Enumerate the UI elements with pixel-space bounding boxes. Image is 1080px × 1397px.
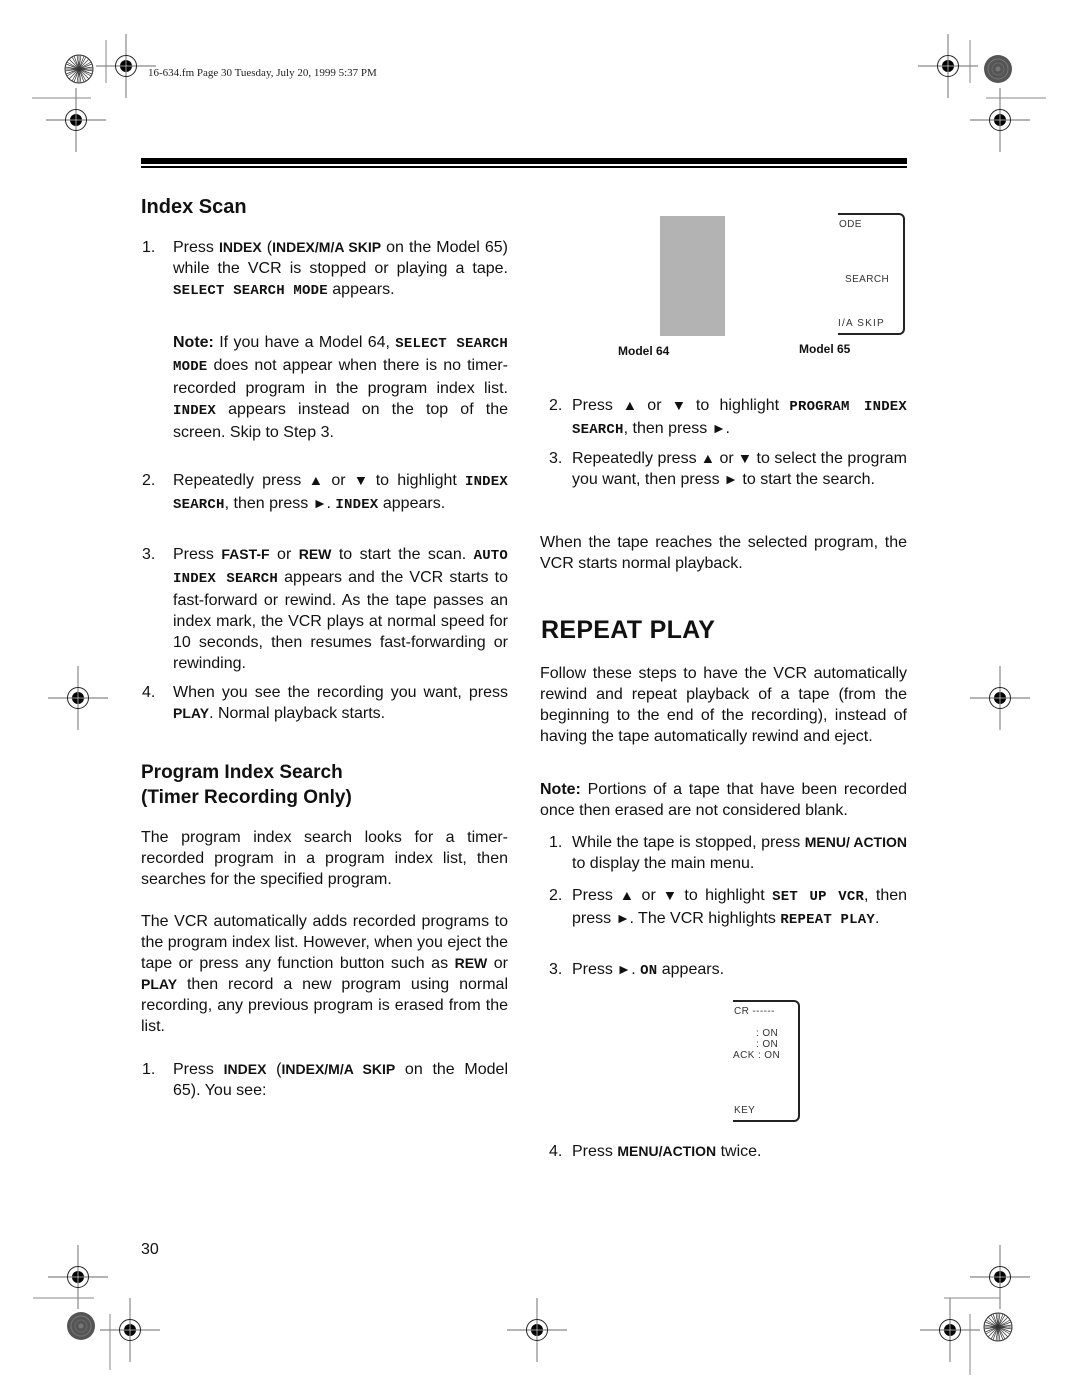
repeat-play-step-3: 3. Press ►. ON appears. <box>549 961 725 979</box>
osd-line: ACK : ON <box>733 1050 781 1061</box>
page-number: 30 <box>141 1241 159 1258</box>
registration-mark-icon <box>506 1297 568 1363</box>
registration-mark-icon <box>47 1244 109 1310</box>
osd-index: INDEX <box>335 497 379 513</box>
repeat-play-heading: REPEAT PLAY <box>541 616 716 644</box>
starburst-mark-icon <box>64 54 94 84</box>
right-arrow-icon: ► <box>312 495 327 511</box>
program-index-heading: Program Index Search (Timer Recording On… <box>141 762 352 808</box>
up-arrow-icon: ▲ <box>619 887 635 903</box>
index-scan-step-3: 3. Press FAST-F or REW to start the scan… <box>142 546 509 672</box>
osd-line: KEY <box>734 1105 756 1116</box>
registration-mark-icon <box>919 1297 981 1363</box>
repeat-play-screen-figure <box>733 1000 800 1122</box>
header-rule-thin <box>141 166 907 168</box>
program-index-para-2: The VCR automatically adds recorded prog… <box>141 913 509 1035</box>
osd-repeat-play: REPEAT PLAY <box>780 912 875 928</box>
index-scan-heading: Index Scan <box>141 196 247 218</box>
index-scan-note: Note: If you have a Model 64, SELECT SEA… <box>173 334 508 441</box>
playback-para: When the tape reaches the selected progr… <box>540 534 907 572</box>
starburst-mark-icon <box>983 1312 1013 1342</box>
program-index-step-1: 1. Press INDEX (INDEX/M/A SKIP on the Mo… <box>142 1061 509 1099</box>
right-arrow-icon: ► <box>723 471 739 487</box>
registration-mark-icon <box>99 1297 161 1363</box>
right-arrow-icon: ► <box>711 420 726 436</box>
key-play: PLAY <box>141 976 178 992</box>
registration-mark-icon <box>917 33 979 99</box>
repeat-play-step-4: 4. Press MENU/ACTION twice. <box>549 1143 762 1160</box>
registration-mark-icon <box>95 33 157 99</box>
repeat-play-step-1: 1. While the tape is stopped, press MENU… <box>549 834 907 872</box>
osd-line: CR ------ <box>734 1006 775 1017</box>
osd-on: ON <box>640 963 658 979</box>
osd-select-search-mode: SELECT SEARCH MODE <box>173 283 328 299</box>
key-index: INDEX <box>218 239 262 255</box>
osd-set-up-vcr: SET UP VCR <box>772 889 865 905</box>
osd-line: : ON <box>756 1028 779 1039</box>
right-arrow-icon: ► <box>615 910 630 926</box>
repeat-play-note: Note: Portions of a tape that have been … <box>540 781 907 819</box>
registration-mark-icon <box>47 665 109 731</box>
down-arrow-icon: ▼ <box>737 450 753 466</box>
disc-mark-icon <box>983 54 1013 84</box>
down-arrow-icon: ▼ <box>662 887 678 903</box>
model-65-label: Model 65 <box>799 342 851 356</box>
key-index-ma-skip: INDEX/M/A SKIP <box>272 239 382 255</box>
note-label: Note: <box>173 334 214 351</box>
registration-mark-icon <box>969 665 1031 731</box>
model-64-screen-figure <box>660 216 725 336</box>
index-scan-step-2: 2. Repeatedly press ▲ or ▼ to highlight … <box>142 472 508 513</box>
index-scan-step-1: 1. Press INDEX (INDEX/M/A SKIP on the Mo… <box>142 239 508 299</box>
key-fast-f: FAST-F <box>221 546 270 562</box>
down-arrow-icon: ▼ <box>353 472 368 488</box>
osd-line: : ON <box>756 1039 779 1050</box>
file-info-header: 16-634.fm Page 30 Tuesday, July 20, 1999… <box>148 67 377 79</box>
index-scan-step-4: 4. When you see the recording you want, … <box>142 684 508 722</box>
key-menu-action: MENU/ ACTION <box>804 834 907 850</box>
osd-line: ODE <box>839 219 862 230</box>
note-label: Note: <box>540 781 581 798</box>
key-menu-action: MENU/ACTION <box>617 1143 717 1159</box>
up-arrow-icon: ▲ <box>309 472 324 488</box>
right-arrow-icon: ► <box>616 961 632 977</box>
key-play: PLAY <box>173 705 210 721</box>
key-rew: REW <box>298 546 332 562</box>
program-index-para-1: The program index search looks for a tim… <box>141 829 508 888</box>
model-64-label: Model 64 <box>618 344 670 358</box>
program-index-step-3: 3. Repeatedly press ▲ or ▼ to select the… <box>549 450 907 488</box>
registration-mark-icon <box>969 1244 1031 1310</box>
program-index-step-2: 2. Press ▲ or ▼ to highlight PROGRAM IND… <box>549 397 908 438</box>
osd-line: SEARCH <box>845 274 890 285</box>
header-rule-thick <box>141 158 907 164</box>
key-index-ma-skip: INDEX/M/A SKIP <box>281 1061 396 1077</box>
down-arrow-icon: ▼ <box>671 397 686 413</box>
osd-line: I/A SKIP <box>838 318 885 329</box>
up-arrow-icon: ▲ <box>622 397 638 413</box>
key-index: INDEX <box>223 1061 267 1077</box>
repeat-play-intro: Follow these steps to have the VCR autom… <box>540 665 907 745</box>
repeat-play-step-2: 2. Press ▲ or ▼ to highlight SET UP VCR,… <box>549 887 908 928</box>
key-rew: REW <box>454 955 488 971</box>
step-number: 1. <box>142 239 156 256</box>
up-arrow-icon: ▲ <box>700 450 716 466</box>
disc-mark-icon <box>66 1311 96 1341</box>
osd-index: INDEX <box>173 403 217 419</box>
